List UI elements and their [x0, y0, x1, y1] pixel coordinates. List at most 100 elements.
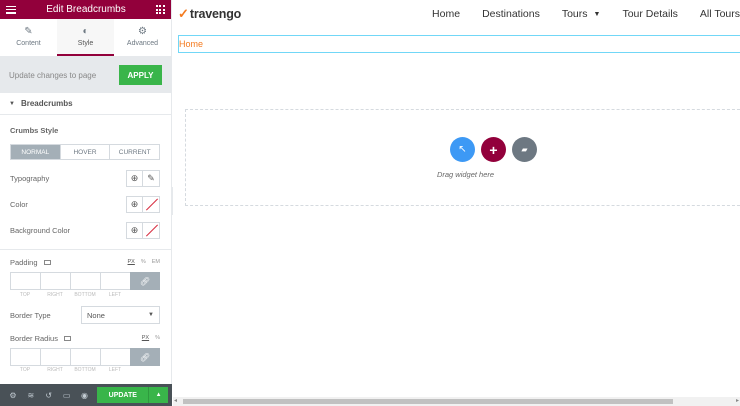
preview-eye-icon[interactable]: ◉: [76, 391, 94, 400]
panel-footer: ⚙ ≋ ↺ ▭ ◉ UPDATE ▲: [0, 384, 172, 406]
edit-pencil-icon[interactable]: ✎: [143, 169, 160, 187]
link-values-icon[interactable]: 🔗︎: [130, 348, 160, 366]
half-circle-icon: ◐: [82, 26, 89, 37]
nav-tour-details[interactable]: Tour Details: [622, 8, 677, 20]
radius-left-input[interactable]: [100, 348, 130, 366]
add-section-plus-icon[interactable]: +: [481, 137, 506, 162]
nav-tours[interactable]: Tours ▼: [562, 8, 601, 20]
tab-style[interactable]: ◐ Style: [57, 19, 114, 56]
breadcrumb-widget[interactable]: Home: [178, 35, 740, 53]
radius-bottom-input[interactable]: [70, 348, 100, 366]
apply-button[interactable]: APPLY: [119, 65, 162, 85]
global-icon[interactable]: ⊕: [126, 169, 143, 187]
tab-content[interactable]: ✎ Content: [0, 19, 57, 56]
nav-destinations[interactable]: Destinations: [482, 8, 540, 20]
side-label-bottom: BOTTOM: [74, 367, 96, 373]
editor-app: Edit Breadcrumbs ✎ Content ◐ Style ⚙ Adv…: [0, 0, 740, 406]
history-icon[interactable]: ↺: [40, 391, 58, 400]
site-logo[interactable]: ✓ travengo: [178, 6, 241, 22]
site-header: ✓ travengo Home Destinations Tours ▼ Tour…: [173, 0, 740, 28]
page-preview: ✓ travengo Home Destinations Tours ▼ Tour…: [173, 0, 740, 406]
background-swatch-empty[interactable]: [143, 221, 160, 239]
responsive-mode-icon[interactable]: ▭: [58, 391, 76, 400]
state-tab-current[interactable]: CURRENT: [110, 145, 159, 159]
link-values-icon[interactable]: 🔗︎: [130, 272, 160, 290]
color-control: Color ⊕: [10, 195, 160, 213]
tab-advanced-label: Advanced: [126, 40, 159, 47]
global-icon[interactable]: ⊕: [126, 195, 143, 213]
tab-advanced[interactable]: ⚙ Advanced: [114, 19, 171, 56]
state-tab-hover[interactable]: HOVER: [61, 145, 111, 159]
chevron-down-icon: ▼: [593, 10, 601, 18]
color-swatch-empty[interactable]: [143, 195, 160, 213]
nav-home[interactable]: Home: [432, 8, 460, 20]
caret-down-icon: ▼: [9, 100, 15, 107]
global-icon[interactable]: ⊕: [126, 221, 143, 239]
horizontal-scrollbar[interactable]: ◂ ▸: [173, 397, 740, 406]
side-label-bottom: BOTTOM: [74, 292, 96, 298]
logo-text: travengo: [189, 7, 242, 21]
nav-all-tours[interactable]: All Tours: [700, 8, 740, 20]
side-label-top: TOP: [19, 292, 31, 298]
unit-percent[interactable]: %: [155, 335, 160, 341]
scrollbar-thumb[interactable]: [183, 399, 673, 404]
update-button[interactable]: UPDATE: [97, 387, 149, 403]
template-folder-icon[interactable]: ▰: [512, 137, 537, 162]
padding-bottom-input[interactable]: [70, 272, 100, 290]
update-changes-bar: Update changes to page APPLY: [0, 57, 171, 93]
menu-icon[interactable]: [6, 5, 16, 14]
pencil-icon: ✎: [24, 26, 33, 37]
divider: [0, 249, 172, 250]
unit-px[interactable]: PX: [142, 335, 149, 341]
panel-tabs: ✎ Content ◐ Style ⚙ Advanced: [0, 19, 171, 57]
update-changes-text: Update changes to page: [9, 70, 97, 80]
border-radius-header: Border Radius PX %: [10, 332, 160, 344]
section-breadcrumbs-label: Breadcrumbs: [20, 99, 73, 108]
typography-control: Typography ⊕ ✎: [10, 169, 160, 187]
unit-px[interactable]: PX: [128, 259, 135, 265]
breadcrumb-home-link[interactable]: Home: [179, 39, 203, 49]
padding-right-input[interactable]: [40, 272, 70, 290]
padding-inputs: 🔗︎: [10, 272, 160, 290]
border-type-label: Border Type: [10, 310, 51, 320]
update-options-caret-icon[interactable]: ▲: [148, 387, 169, 403]
side-label-left: LEFT: [108, 367, 122, 373]
add-section-buttons: ↖ + ▰: [450, 137, 543, 162]
tab-style-label: Style: [77, 40, 94, 47]
tab-content-label: Content: [16, 40, 41, 47]
panel-title: Edit Breadcrumbs: [46, 4, 126, 15]
navigator-layers-icon[interactable]: ≋: [22, 391, 40, 400]
border-radius-inputs: 🔗︎: [10, 348, 160, 366]
padding-top-input[interactable]: [10, 272, 40, 290]
border-type-select[interactable]: None ▼: [81, 306, 160, 324]
crumbs-style-heading: Crumbs Style: [10, 126, 59, 135]
panel-header: Edit Breadcrumbs: [0, 0, 171, 19]
unit-percent[interactable]: %: [141, 259, 146, 265]
settings-icon[interactable]: ⚙: [4, 391, 22, 400]
unit-em[interactable]: EM: [152, 259, 160, 265]
section-breadcrumbs-header[interactable]: ▼ Breadcrumbs: [0, 93, 171, 115]
logo-check-icon: ✓: [178, 6, 189, 21]
side-label-right: RIGHT: [47, 367, 63, 373]
gear-icon: ⚙: [138, 26, 147, 37]
desktop-icon[interactable]: [63, 335, 71, 341]
widgets-grid-icon[interactable]: [155, 5, 165, 14]
radius-right-input[interactable]: [40, 348, 70, 366]
nav-tours-label: Tours: [561, 8, 588, 20]
desktop-icon[interactable]: [43, 259, 51, 265]
drag-widget-hint: Drag widget here: [436, 170, 495, 179]
background-color-label: Background Color: [10, 225, 71, 235]
scroll-left-arrow-icon[interactable]: ◂: [174, 397, 177, 404]
color-label: Color: [10, 199, 28, 209]
navigate-cursor-icon[interactable]: ↖: [450, 137, 475, 162]
radius-top-input[interactable]: [10, 348, 40, 366]
border-radius-label: Border Radius: [10, 333, 58, 343]
empty-section-drop-zone[interactable]: ↖ + ▰ Drag widget here: [185, 109, 740, 206]
border-type-value: None: [87, 310, 105, 320]
state-tab-normal[interactable]: NORMAL: [11, 145, 61, 159]
padding-left-input[interactable]: [100, 272, 130, 290]
site-nav: Home Destinations Tours ▼ Tour Details Al…: [410, 8, 740, 20]
border-radius-side-labels: TOP RIGHT BOTTOM LEFT: [10, 367, 160, 373]
scroll-right-arrow-icon[interactable]: ▸: [736, 397, 739, 404]
chevron-down-icon: ▼: [148, 312, 154, 318]
